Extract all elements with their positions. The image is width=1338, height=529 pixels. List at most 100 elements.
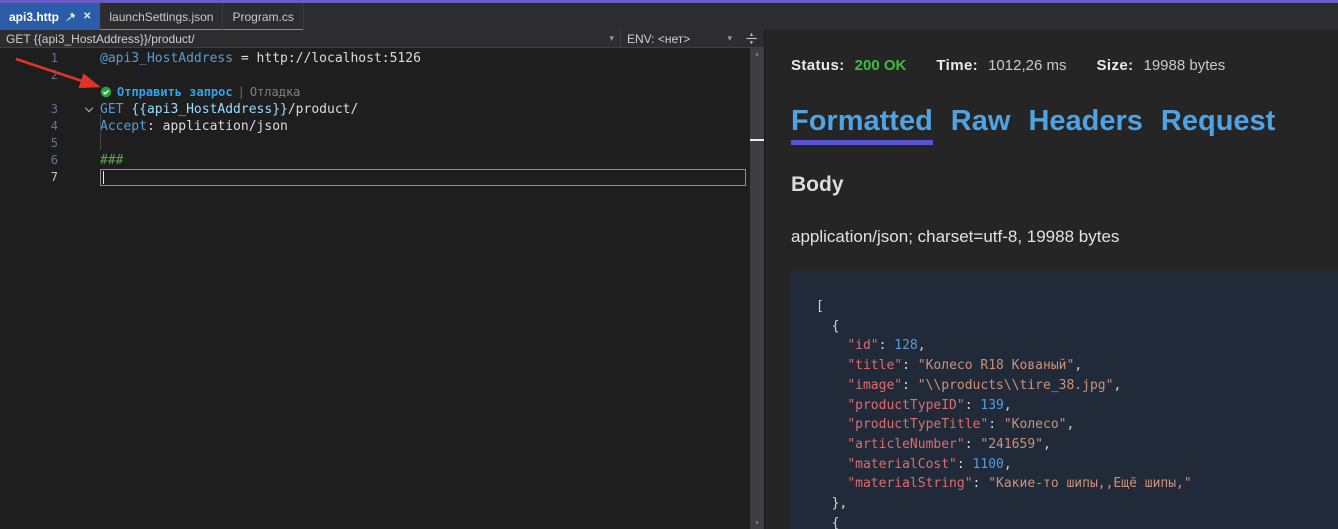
json-token: : <box>973 476 989 491</box>
scroll-down-icon[interactable]: ▾ <box>750 518 764 528</box>
codelens-row[interactable]: Отправить запрос | Отладка <box>0 84 764 101</box>
size-label: Size: <box>1096 57 1133 74</box>
codelens-divider: | <box>238 84 245 101</box>
json-token: "Колесо R18 Кованый" <box>918 358 1075 373</box>
send-request-link[interactable]: Отправить запрос <box>117 84 233 101</box>
line-content: Accept: application/json <box>100 118 288 135</box>
json-token: , <box>1113 378 1121 393</box>
line-number: 3 <box>0 101 58 118</box>
body-heading: Body <box>791 173 1338 197</box>
json-line: "materialCost": 1100, <box>816 455 1338 475</box>
line-number: 6 <box>0 152 58 169</box>
response-tab-request[interactable]: Request <box>1161 105 1275 145</box>
time-label: Time: <box>936 57 978 74</box>
code-token: Accept <box>100 119 147 134</box>
environment-selector[interactable]: ENV: <нет> ▾ <box>620 30 738 47</box>
json-token: "title" <box>847 358 902 373</box>
request-selector[interactable]: GET {{api3_HostAddress}}/product/ ▾ <box>0 30 620 47</box>
check-circle-icon <box>100 84 112 101</box>
json-line: "id": 128, <box>816 336 1338 356</box>
code-token: {{api3_HostAddress}} <box>131 102 288 117</box>
json-token: : <box>902 358 918 373</box>
code-token: ### <box>100 153 123 168</box>
document-tab-launchSettings.json[interactable]: launchSettings.json <box>100 3 223 30</box>
scrollbar-marker <box>750 139 764 141</box>
json-token: , <box>1066 417 1074 432</box>
document-tab-api3.http[interactable]: api3.http ✕ <box>0 3 100 30</box>
editor-line[interactable]: 6 ### <box>0 152 764 169</box>
chevron-down-icon: ▾ <box>727 33 732 44</box>
json-token <box>816 338 847 353</box>
response-pane: Status: 200 OK Time: 1012,26 ms Size: 19… <box>764 30 1338 529</box>
json-line: "materialString": "Какие-то шипы,,Ещё ши… <box>816 474 1338 494</box>
json-token: "productTypeID" <box>847 398 964 413</box>
json-line: "articleNumber": "241659", <box>816 435 1338 455</box>
line-number: 1 <box>0 50 58 67</box>
line-number: 2 <box>0 67 58 84</box>
json-token: }, <box>816 496 847 511</box>
editor-pane: GET {{api3_HostAddress}}/product/ ▾ ENV:… <box>0 30 764 529</box>
editor-line[interactable]: 3GET {{api3_HostAddress}}/product/ <box>0 101 764 118</box>
json-line: "productTypeID": 139, <box>816 396 1338 416</box>
pin-icon[interactable] <box>66 11 76 22</box>
editor-line[interactable]: 2 <box>0 67 764 84</box>
json-token: "productTypeTitle" <box>847 417 988 432</box>
json-token: "articleNumber" <box>847 437 964 452</box>
request-selector-value: GET {{api3_HostAddress}}/product/ <box>6 32 605 46</box>
debug-request-link[interactable]: Отладка <box>250 84 301 101</box>
json-token: 1100 <box>973 457 1004 472</box>
editor-scrollbar[interactable]: ▴ ▾ <box>750 48 764 529</box>
close-icon[interactable]: ✕ <box>83 11 91 22</box>
json-token: : <box>965 398 981 413</box>
code-token: /product/ <box>288 102 358 117</box>
document-tab-Program.cs[interactable]: Program.cs <box>223 3 303 30</box>
code-token: : application/json <box>147 119 288 134</box>
content-type: application/json; charset=utf-8, 19988 b… <box>791 227 1338 247</box>
code-editor[interactable]: 1 @api3_HostAddress = http://localhost:51… <box>0 48 764 529</box>
json-token: : <box>965 437 981 452</box>
json-token: : <box>879 338 895 353</box>
code-token: @api3_HostAddress <box>100 51 233 66</box>
json-token: 128 <box>894 338 917 353</box>
json-token: "image" <box>847 378 902 393</box>
json-token: : <box>988 417 1004 432</box>
chevron-down-icon: ▾ <box>609 33 614 44</box>
chevron-down-icon <box>85 104 93 112</box>
tab-label: launchSettings.json <box>109 10 213 24</box>
json-token <box>816 457 847 472</box>
document-tabstrip: api3.http ✕ launchSettings.json Program.cs <box>0 3 1338 30</box>
fold-chevron-icon[interactable] <box>58 105 100 114</box>
json-line: "title": "Колесо R18 Кованый", <box>816 356 1338 376</box>
editor-line[interactable]: 4Accept: application/json <box>0 118 764 135</box>
response-body-json[interactable]: [ { "id": 128, "title": "Колесо R18 Кова… <box>791 271 1338 529</box>
http-request-toolbar: GET {{api3_HostAddress}}/product/ ▾ ENV:… <box>0 30 764 48</box>
json-line: { <box>816 514 1338 529</box>
json-token <box>816 476 847 491</box>
editor-line[interactable]: 7 <box>0 169 764 186</box>
json-token: : <box>902 378 918 393</box>
json-token: , <box>1004 457 1012 472</box>
json-token: "\\products\\tire_38.jpg" <box>918 378 1114 393</box>
time-value: 1012,26 ms <box>988 57 1066 74</box>
response-tab-raw[interactable]: Raw <box>951 105 1011 145</box>
split-editor-icon[interactable] <box>738 30 764 47</box>
response-tab-headers[interactable]: Headers <box>1028 105 1142 145</box>
line-content: Отправить запрос | Отладка <box>100 84 300 101</box>
json-token: , <box>1074 358 1082 373</box>
main-area: GET {{api3_HostAddress}}/product/ ▾ ENV:… <box>0 30 1338 529</box>
json-token <box>816 378 847 393</box>
line-content: @api3_HostAddress = http://localhost:512… <box>100 50 421 67</box>
tab-label: api3.http <box>9 10 59 24</box>
json-token: : <box>957 457 973 472</box>
json-token: "materialCost" <box>847 457 957 472</box>
scroll-up-icon[interactable]: ▴ <box>750 49 764 59</box>
response-tabs: Formatted Raw Headers Request <box>791 105 1338 145</box>
editor-line[interactable]: 1 @api3_HostAddress = http://localhost:51… <box>0 50 764 67</box>
json-line: [ <box>816 297 1338 317</box>
editor-line[interactable]: 5 <box>0 135 764 152</box>
response-tab-formatted[interactable]: Formatted <box>791 105 933 145</box>
status-value: 200 OK <box>855 57 907 74</box>
environment-selector-value: ENV: <нет> <box>627 32 723 46</box>
json-token: { <box>816 319 839 334</box>
json-token <box>816 417 847 432</box>
